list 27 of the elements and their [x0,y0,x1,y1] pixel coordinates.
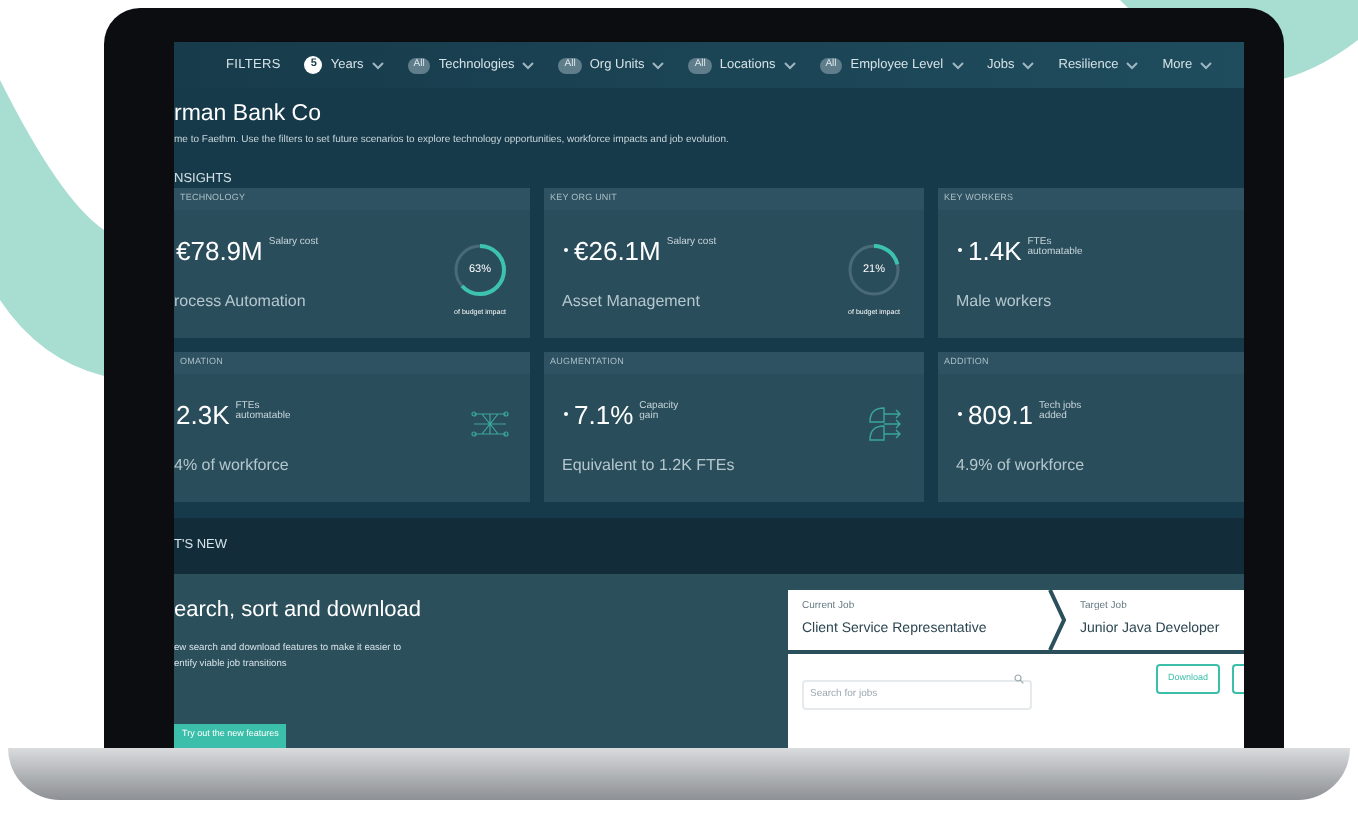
whats-new-title: earch, sort and download [174,596,424,626]
metric-caption: 4% of workforce [174,453,291,477]
chevron-icon [1022,61,1035,69]
split-arrows-icon [868,406,904,442]
metric-value: €26.1M [574,235,661,265]
metric-caption: Equivalent to 1.2K FTEs [562,453,737,477]
chevron-icon [1126,61,1139,69]
metric-caption: Asset Management [562,289,702,313]
chevron-icon [371,61,384,69]
metric-caption: rocess Automation [174,289,308,313]
chevron-icon [783,61,796,69]
cut-off-button[interactable] [1232,664,1244,694]
metric-value: 2.3K [176,399,230,429]
metric-value: €78.9M [176,235,263,265]
metric-caption: Male workers [956,289,1054,313]
chevron-icon [1200,61,1213,69]
search-icon [1014,674,1024,684]
company-title: rman Bank Co [174,100,324,128]
chevron-icon [951,61,964,69]
chevron-icon [652,61,665,69]
chevron-icon [522,61,535,69]
metric-value: 809.1 [968,399,1034,429]
metric-value: 1.4K [968,235,1022,265]
network-icon [470,408,510,440]
chevron-icon [1048,590,1066,650]
metric-value: 7.1% [574,399,634,429]
metric-caption: 4.9% of workforce [956,453,1087,477]
